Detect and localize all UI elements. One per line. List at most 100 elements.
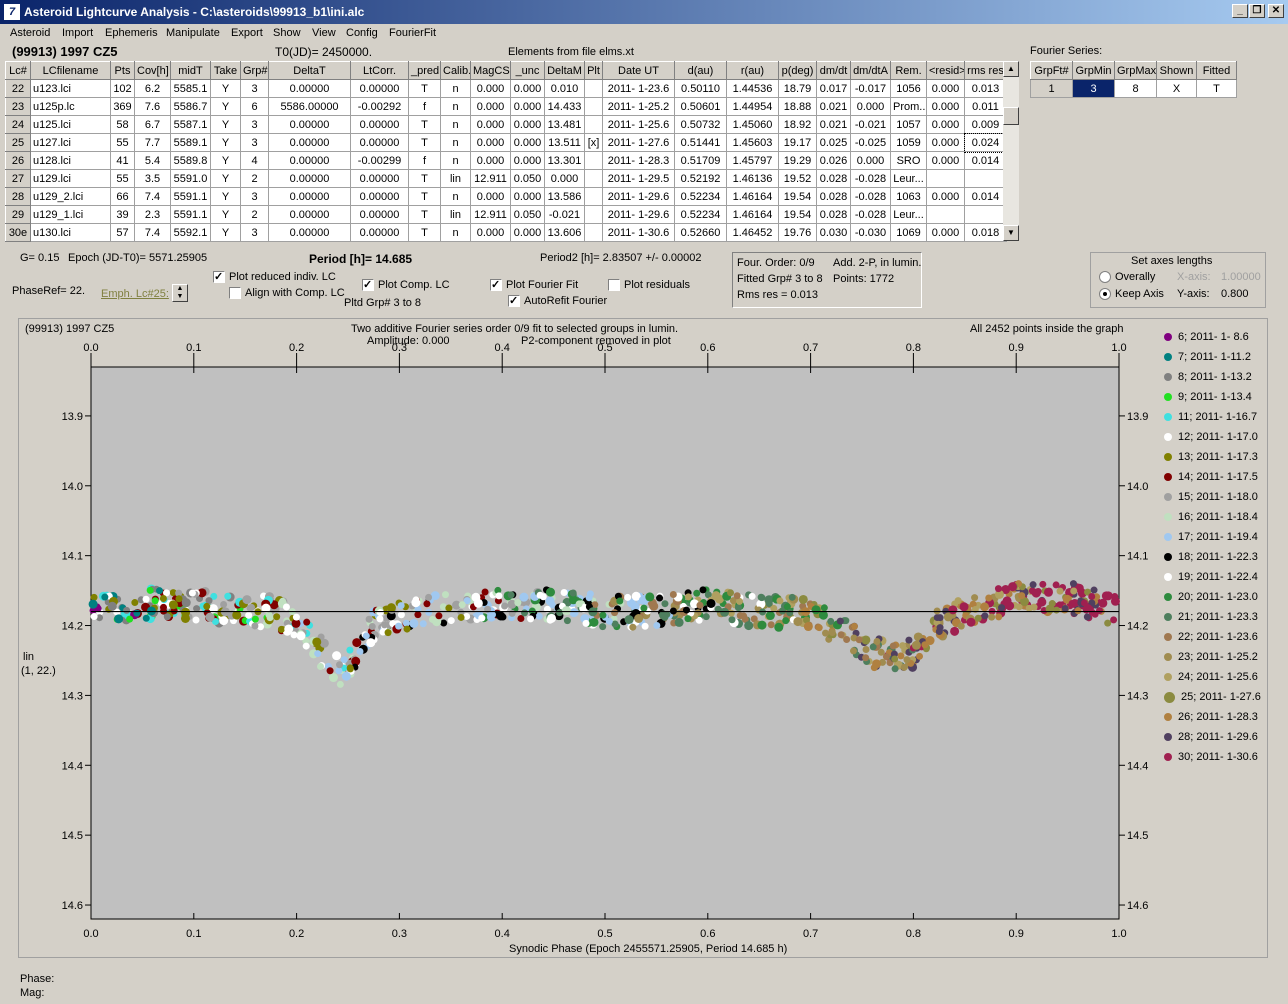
table-cell[interactable]: 7.7: [134, 133, 171, 152]
table-cell[interactable]: 1063: [890, 187, 927, 206]
table-cell[interactable]: 2011- 1-29.5: [602, 169, 675, 188]
table-cell[interactable]: Y: [210, 205, 241, 224]
table-cell[interactable]: 0.000: [544, 169, 585, 188]
fourier-cell[interactable]: 1: [1030, 79, 1073, 98]
menu-export[interactable]: Export: [231, 27, 263, 39]
column-header[interactable]: <resid>: [926, 61, 965, 80]
table-cell[interactable]: 0.000: [470, 151, 511, 170]
column-header[interactable]: Take: [210, 61, 241, 80]
table-cell[interactable]: Y: [210, 115, 241, 134]
plot-comp-checkbox[interactable]: Plot Comp. LC: [362, 278, 450, 292]
column-header[interactable]: dm/dt: [816, 61, 851, 80]
table-cell[interactable]: 0.51709: [674, 151, 727, 170]
column-header[interactable]: midT: [170, 61, 211, 80]
table-cell[interactable]: -0.00299: [350, 151, 409, 170]
table-cell[interactable]: [584, 97, 603, 116]
row-header[interactable]: 24: [5, 115, 31, 134]
table-cell[interactable]: 2.3: [134, 205, 171, 224]
keep-axis-radio[interactable]: Keep Axis: [1099, 288, 1164, 301]
column-header[interactable]: _unc: [510, 61, 545, 80]
table-cell[interactable]: 0.011: [964, 97, 1007, 116]
table-cell[interactable]: 3: [240, 187, 269, 206]
table-cell[interactable]: 0.050: [510, 205, 545, 224]
table-cell[interactable]: 0.52660: [674, 223, 727, 242]
column-header[interactable]: dm/dtA: [850, 61, 891, 80]
table-cell[interactable]: 1.45060: [726, 115, 779, 134]
table-cell[interactable]: 2011- 1-29.6: [602, 187, 675, 206]
table-cell[interactable]: 2011- 1-28.3: [602, 151, 675, 170]
table-cell[interactable]: 2011- 1-25.6: [602, 115, 675, 134]
table-cell[interactable]: 0.00000: [350, 187, 409, 206]
table-cell[interactable]: T: [408, 133, 441, 152]
table-cell[interactable]: 0.52192: [674, 169, 727, 188]
table-cell[interactable]: 7.4: [134, 187, 171, 206]
table-cell[interactable]: 7.6: [134, 97, 171, 116]
table-cell[interactable]: 1.44536: [726, 79, 779, 98]
table-cell[interactable]: [964, 169, 1007, 188]
fourier-table[interactable]: GrpFt# GrpMin GrpMax Shown Fitted 1 3 8 …: [1030, 61, 1237, 98]
table-cell[interactable]: 0.000: [470, 187, 511, 206]
table-cell[interactable]: lin: [440, 169, 471, 188]
table-cell[interactable]: 0.00000: [268, 223, 351, 242]
column-header[interactable]: Date UT: [602, 61, 675, 80]
table-cell[interactable]: 5589.8: [170, 151, 211, 170]
table-cell[interactable]: u130.lci: [30, 223, 111, 242]
table-cell[interactable]: 0.018: [964, 223, 1007, 242]
table-cell[interactable]: 102: [110, 79, 135, 98]
align-checkbox[interactable]: Align with Comp. LC: [229, 287, 345, 300]
x-axis-value[interactable]: 1.00000: [1221, 271, 1261, 283]
table-cell[interactable]: 4: [240, 151, 269, 170]
table-cell[interactable]: Y: [210, 223, 241, 242]
table-cell[interactable]: 0.00000: [268, 187, 351, 206]
table-cell[interactable]: 1.45603: [726, 133, 779, 152]
table-cell[interactable]: u127.lci: [30, 133, 111, 152]
column-header[interactable]: d(au): [674, 61, 727, 80]
table-cell[interactable]: 0.010: [544, 79, 585, 98]
table-cell[interactable]: 0.000: [510, 79, 545, 98]
table-cell[interactable]: 0.50601: [674, 97, 727, 116]
row-header[interactable]: 22: [5, 79, 31, 98]
checkbox-icon[interactable]: [362, 278, 374, 292]
column-header[interactable]: Cov[h]: [134, 61, 171, 80]
column-header[interactable]: Lc#: [5, 61, 31, 80]
table-cell[interactable]: n: [440, 133, 471, 152]
table-cell[interactable]: u125.lci: [30, 115, 111, 134]
table-cell[interactable]: 14.433: [544, 97, 585, 116]
scroll-thumb[interactable]: [1003, 107, 1019, 125]
table-cell[interactable]: 0.014: [964, 151, 1007, 170]
menu-manipulate[interactable]: Manipulate: [166, 27, 220, 39]
table-cell[interactable]: 0.000: [470, 115, 511, 134]
column-header[interactable]: r(au): [726, 61, 779, 80]
plot-fourier-checkbox[interactable]: Plot Fourier Fit: [490, 278, 578, 292]
column-header[interactable]: Calib.: [440, 61, 471, 80]
table-cell[interactable]: 5589.1: [170, 133, 211, 152]
table-cell[interactable]: 0.000: [926, 187, 965, 206]
table-row[interactable]: 27 u129.lci 55 3.5 5591.0 Y 2 0.00000 0.00000 Tli…: [5, 169, 1007, 188]
table-cell[interactable]: 0.00000: [268, 205, 351, 224]
table-cell[interactable]: 1069: [890, 223, 927, 242]
table-cell[interactable]: 0.000: [470, 133, 511, 152]
table-cell[interactable]: 19.29: [778, 151, 817, 170]
column-header[interactable]: Plt: [584, 61, 603, 80]
table-cell[interactable]: 13.481: [544, 115, 585, 134]
table-cell[interactable]: 3: [240, 133, 269, 152]
emph-label[interactable]: Emph. Lc#25:: [101, 288, 169, 300]
fourier-cell-selected[interactable]: 3: [1072, 79, 1115, 98]
table-cell[interactable]: 1.46164: [726, 187, 779, 206]
table-cell[interactable]: 0.050: [510, 169, 545, 188]
table-cell[interactable]: 55: [110, 169, 135, 188]
table-row[interactable]: 22 u123.lci 102 6.2 5585.1 Y 3 0.00000 0.00000 Tn…: [5, 79, 1007, 98]
column-header[interactable]: MagCS: [470, 61, 511, 80]
checkbox-icon[interactable]: [229, 287, 241, 300]
menu-fourierfit[interactable]: FourierFit: [389, 27, 436, 39]
table-cell[interactable]: Y: [210, 187, 241, 206]
table-cell[interactable]: 13.511: [544, 133, 585, 152]
table-cell[interactable]: -0.017: [850, 79, 891, 98]
table-cell[interactable]: -0.025: [850, 133, 891, 152]
table-cell[interactable]: 19.54: [778, 205, 817, 224]
table-cell[interactable]: Leur...: [890, 169, 927, 188]
column-header[interactable]: Rem.: [890, 61, 927, 80]
table-row[interactable]: 28 u129_2.lci 66 7.4 5591.1 Y 3 0.00000 0.00000 T…: [5, 187, 1007, 206]
table-cell[interactable]: 1057: [890, 115, 927, 134]
table-cell[interactable]: u129_2.lci: [30, 187, 111, 206]
